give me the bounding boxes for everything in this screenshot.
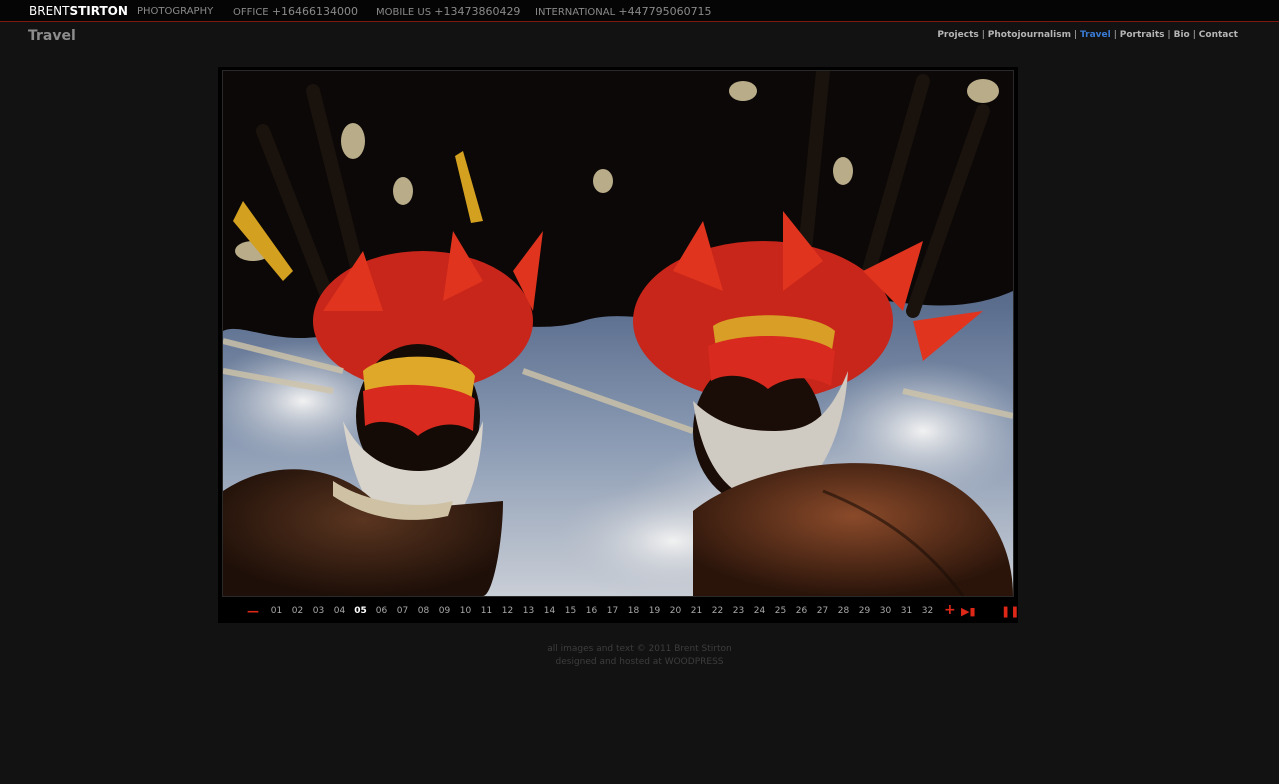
intl-label: INTERNATIONAL: [535, 7, 616, 18]
page-number-31[interactable]: 31: [896, 605, 917, 617]
nav-separator: |: [981, 30, 985, 40]
gallery-frame: — 01 02 03 04 05 06 07 08 09 10 11 12 13 14 15 16 17 18 19…: [218, 67, 1019, 623]
gallery-controls: — 01 02 03 04 05 06 07 08 09 10 11 12 13 14 15 16 17 18 19…: [218, 601, 1019, 621]
top-bar: BRENTSTIRTON PHOTOGRAPHY OFFICE +1646613…: [0, 0, 1279, 22]
plus-icon[interactable]: +: [944, 602, 956, 618]
skip-to-end-icon[interactable]: ▶▮: [961, 604, 976, 620]
logo-last-name: STIRTON: [69, 4, 128, 18]
page-number-28[interactable]: 28: [833, 605, 854, 617]
page-number-32[interactable]: 32: [917, 605, 938, 617]
page-number-22[interactable]: 22: [707, 605, 728, 617]
page-number-20[interactable]: 20: [665, 605, 686, 617]
office-phone: OFFICE +16466134000: [233, 6, 358, 19]
page-number-26[interactable]: 26: [791, 605, 812, 617]
page-title: Travel: [28, 28, 76, 44]
page-number-10[interactable]: 10: [455, 605, 476, 617]
page-numbers: 01 02 03 04 05 06 07 08 09 10 11 12 13 14 15 16 17 18 19 20…: [266, 605, 938, 617]
page-number-25[interactable]: 25: [770, 605, 791, 617]
credits-text: designed and hosted at WOODPRESS: [555, 657, 724, 667]
page-number-11[interactable]: 11: [476, 605, 497, 617]
nav-link-contact[interactable]: Contact: [1199, 30, 1238, 40]
main-nav: Projects | Photojournalism | Travel | Portrait…: [937, 30, 1238, 40]
page-number-27[interactable]: 27: [812, 605, 833, 617]
page-number-13[interactable]: 13: [518, 605, 539, 617]
page-number-17[interactable]: 17: [602, 605, 623, 617]
page-number-14[interactable]: 14: [539, 605, 560, 617]
nav-link-travel[interactable]: Travel: [1080, 30, 1111, 40]
page-number-01[interactable]: 01: [266, 605, 287, 617]
minus-icon[interactable]: —: [247, 603, 259, 619]
page-number-07[interactable]: 07: [392, 605, 413, 617]
mobile-label: MOBILE US: [376, 7, 432, 18]
brand-logo[interactable]: BRENTSTIRTON: [29, 3, 128, 19]
nav-separator: |: [1073, 30, 1077, 40]
mobile-number: +13473860429: [434, 5, 521, 18]
footer: all images and text © 2011 Brent Stirton…: [0, 643, 1279, 669]
page-number-02[interactable]: 02: [287, 605, 308, 617]
nav-link-projects[interactable]: Projects: [937, 30, 978, 40]
nav-separator: |: [1113, 30, 1117, 40]
page-number-23[interactable]: 23: [728, 605, 749, 617]
nav-link-bio[interactable]: Bio: [1174, 30, 1190, 40]
page-number-09[interactable]: 09: [434, 605, 455, 617]
mobile-phone: MOBILE US +13473860429: [376, 6, 520, 19]
international-phone: INTERNATIONAL +447795060715: [535, 6, 712, 19]
gallery-photo[interactable]: [222, 70, 1014, 597]
page-number-05[interactable]: 05: [350, 605, 371, 617]
page-number-04[interactable]: 04: [329, 605, 350, 617]
page-number-03[interactable]: 03: [308, 605, 329, 617]
office-number: +16466134000: [271, 5, 359, 18]
page-number-24[interactable]: 24: [749, 605, 770, 617]
office-label: OFFICE: [233, 7, 269, 18]
nav-separator: |: [1167, 30, 1171, 40]
page-number-16[interactable]: 16: [581, 605, 602, 617]
page-number-29[interactable]: 29: [854, 605, 875, 617]
nav-separator: |: [1192, 30, 1196, 40]
tagline: PHOTOGRAPHY: [137, 6, 214, 17]
nav-link-portraits[interactable]: Portraits: [1120, 30, 1165, 40]
photo-image: [223, 71, 1013, 596]
page-number-19[interactable]: 19: [644, 605, 665, 617]
page-number-06[interactable]: 06: [371, 605, 392, 617]
copyright-text: all images and text © 2011 Brent Stirton: [547, 644, 732, 654]
intl-number: +447795060715: [618, 5, 712, 18]
page-number-15[interactable]: 15: [560, 605, 581, 617]
page-number-12[interactable]: 12: [497, 605, 518, 617]
logo-first-name: BRENT: [29, 4, 70, 18]
page-number-21[interactable]: 21: [686, 605, 707, 617]
page-number-18[interactable]: 18: [623, 605, 644, 617]
pause-icon[interactable]: ❚❚: [1001, 604, 1019, 620]
page-number-08[interactable]: 08: [413, 605, 434, 617]
nav-link-photojournalism[interactable]: Photojournalism: [988, 30, 1071, 40]
page-number-30[interactable]: 30: [875, 605, 896, 617]
